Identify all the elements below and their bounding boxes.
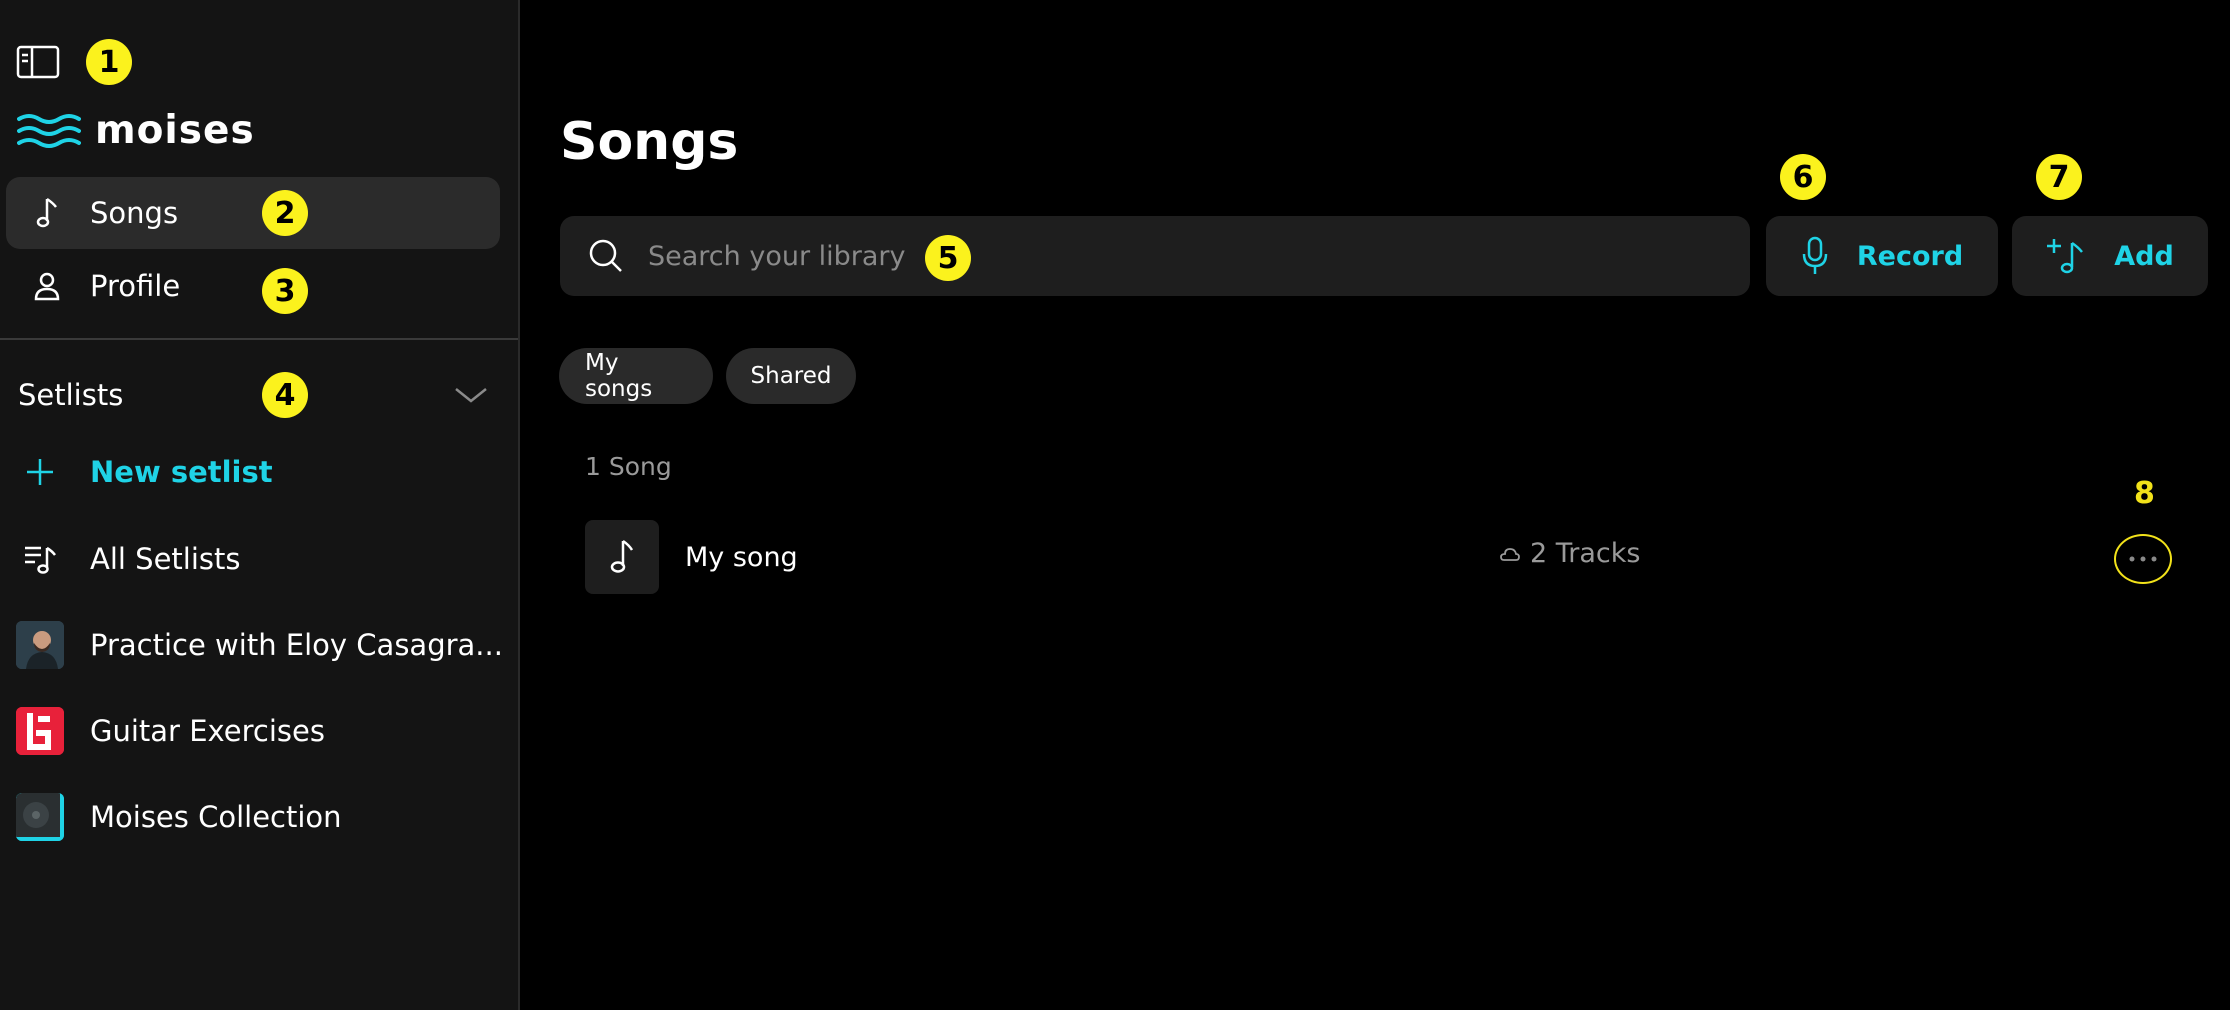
sidebar-item-songs[interactable]: Songs xyxy=(6,177,500,249)
song-thumbnail xyxy=(585,520,659,594)
sidebar-item-label: All Setlists xyxy=(90,542,241,576)
sidebar-item-profile[interactable]: Profile xyxy=(6,250,500,322)
sidebar: moises Songs Profile Setlists New setlis… xyxy=(0,0,520,1010)
song-tracks-label: 2 Tracks xyxy=(1530,538,1641,569)
song-tracks: 2 Tracks xyxy=(1500,538,1640,569)
moises-logo[interactable]: moises xyxy=(17,108,255,153)
annotation-marker: 2 xyxy=(262,190,308,236)
sidebar-item-all-setlists[interactable]: All Setlists xyxy=(16,531,506,587)
page-title: Songs xyxy=(560,112,739,172)
moises-wave-icon xyxy=(17,113,81,148)
more-options-button[interactable] xyxy=(2114,534,2172,584)
new-setlist-label: New setlist xyxy=(90,455,273,489)
setlists-header[interactable]: Setlists xyxy=(18,372,488,418)
setlists-title: Setlists xyxy=(18,378,124,412)
setlist-avatar xyxy=(16,793,64,841)
annotation-marker: 7 xyxy=(2036,154,2082,200)
setlist-avatar xyxy=(16,621,64,669)
search-input[interactable] xyxy=(646,239,1650,273)
app-window: moises Songs Profile Setlists New setlis… xyxy=(0,0,2230,1010)
record-button[interactable]: Record xyxy=(1766,216,1998,296)
song-count: 1 Song xyxy=(585,452,672,481)
song-title: My song xyxy=(685,541,798,573)
annotation-marker: 6 xyxy=(1780,154,1826,200)
add-label: Add xyxy=(2114,240,2174,272)
add-song-icon xyxy=(2047,239,2084,274)
annotation-marker: 3 xyxy=(262,268,308,314)
sidebar-item-label: Songs xyxy=(90,196,179,230)
music-note-icon xyxy=(12,197,82,229)
search-icon xyxy=(588,238,628,274)
plus-icon xyxy=(16,448,64,496)
tab-my-songs[interactable]: My songs xyxy=(559,348,713,404)
sidebar-item-label: Moises Collection xyxy=(90,800,342,834)
playlist-icon xyxy=(16,535,64,583)
music-note-icon xyxy=(610,539,634,573)
annotation-marker: 5 xyxy=(925,235,971,281)
setlist-item[interactable]: Practice with Eloy Casagra... xyxy=(16,617,506,673)
search-bar[interactable] xyxy=(560,216,1750,296)
add-button[interactable]: Add xyxy=(2012,216,2208,296)
new-setlist-button[interactable]: New setlist xyxy=(16,444,506,500)
microphone-icon xyxy=(1802,236,1828,274)
annotation-marker: 1 xyxy=(86,39,132,85)
setlist-item[interactable]: Moises Collection xyxy=(16,789,506,845)
table-row[interactable]: My song 2 Tracks xyxy=(585,520,2185,594)
setlist-item[interactable]: Guitar Exercises xyxy=(16,703,506,759)
annotation-marker: 8 xyxy=(2134,476,2155,511)
sidebar-item-label: Practice with Eloy Casagra... xyxy=(90,628,503,662)
tab-shared[interactable]: Shared xyxy=(726,348,856,404)
ellipsis-icon xyxy=(2129,556,2157,562)
sidebar-toggle-icon[interactable] xyxy=(16,44,60,80)
cloud-icon xyxy=(1500,547,1520,561)
logo-text: moises xyxy=(95,108,255,153)
record-label: Record xyxy=(1856,240,1964,272)
sidebar-divider xyxy=(0,338,518,340)
chevron-down-icon[interactable] xyxy=(454,385,488,405)
person-icon xyxy=(12,271,82,301)
setlist-avatar xyxy=(16,707,64,755)
sidebar-item-label: Guitar Exercises xyxy=(90,714,325,748)
sidebar-item-label: Profile xyxy=(90,269,181,303)
annotation-marker: 4 xyxy=(262,372,308,418)
